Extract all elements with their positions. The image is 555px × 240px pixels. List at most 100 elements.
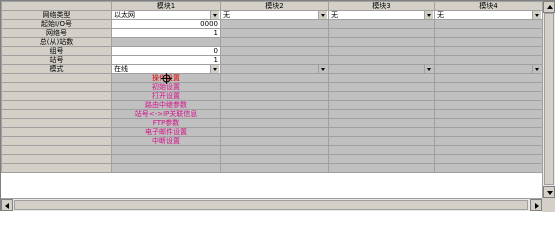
scroll-down-icon[interactable] <box>543 186 555 198</box>
row-label-empty <box>1 109 112 119</box>
network-type-value-module4: 无 <box>437 11 444 19</box>
scroll-up-icon[interactable] <box>543 1 555 13</box>
station-count-field-module2 <box>220 37 329 47</box>
row-label-empty <box>1 163 112 173</box>
row-empty <box>1 163 543 173</box>
row-label-network-no: 网络号 <box>1 28 112 38</box>
settings-link-button[interactable]: 路由中继参数 <box>111 100 221 110</box>
start-io-field-module3 <box>328 19 435 29</box>
vertical-scrollbar[interactable] <box>542 1 555 198</box>
column-header-module1[interactable]: 模块1 <box>111 1 221 11</box>
settings-cell-module4 <box>434 118 543 128</box>
row-settings-link: 电子邮件设置 <box>1 127 543 137</box>
dropdown-arrow-icon[interactable] <box>532 65 541 73</box>
row-settings-link: FTP参数 <box>1 118 543 128</box>
row-start-io: 起始I/O号 0000 <box>1 19 543 29</box>
empty-cell-module3 <box>328 154 435 164</box>
settings-cell-module2 <box>220 136 329 146</box>
station-no-field-module2 <box>220 55 329 65</box>
network-type-select-module3[interactable]: 无 <box>328 10 435 20</box>
dropdown-arrow-icon[interactable] <box>424 11 433 19</box>
settings-cell-module2 <box>220 73 329 83</box>
settings-cell-module4 <box>434 109 543 119</box>
scroll-right-icon[interactable] <box>530 199 542 211</box>
network-type-value-module2: 无 <box>223 11 230 19</box>
vertical-scroll-thumb[interactable] <box>544 13 554 185</box>
settings-link-button[interactable]: 中断设置 <box>111 136 221 146</box>
horizontal-scroll-thumb[interactable] <box>14 200 528 210</box>
row-empty <box>1 154 543 164</box>
column-header-module2[interactable]: 模块2 <box>220 1 329 11</box>
empty-cell-module4 <box>434 154 543 164</box>
row-network-no: 网络号 1 <box>1 28 543 38</box>
settings-link-button[interactable]: FTP参数 <box>111 118 221 128</box>
settings-cell-module4 <box>434 100 543 110</box>
station-count-field-module4 <box>434 37 543 47</box>
row-label-empty <box>1 82 112 92</box>
dropdown-arrow-icon[interactable] <box>318 65 327 73</box>
empty-cell-module1 <box>111 145 221 155</box>
header-corner <box>1 1 112 11</box>
mode-value-module1: 在线 <box>114 65 128 73</box>
row-label-start-io: 起始I/O号 <box>1 19 112 29</box>
network-type-select-module4[interactable]: 无 <box>434 10 543 20</box>
settings-cell-module2 <box>220 82 329 92</box>
network-type-value-module1: 以太网 <box>114 11 135 19</box>
row-label-empty <box>1 127 112 137</box>
group-no-field-module1[interactable]: 0 <box>111 46 221 56</box>
network-type-select-module1[interactable]: 以太网 <box>111 10 221 20</box>
settings-cell-module4 <box>434 73 543 83</box>
row-label-empty <box>1 145 112 155</box>
settings-cell-module3 <box>328 82 435 92</box>
settings-cell-module3 <box>328 109 435 119</box>
row-label-empty <box>1 118 112 128</box>
dropdown-arrow-icon[interactable] <box>424 65 433 73</box>
horizontal-scrollbar[interactable] <box>1 198 542 211</box>
network-parameter-table: 模块1 模块2 模块3 模块4 网络类型 以太网 无 无 无 起始I/O号 00… <box>1 1 543 173</box>
row-settings-link: 中断设置 <box>1 136 543 146</box>
column-header-module3[interactable]: 模块3 <box>328 1 435 11</box>
row-label-group-no: 组号 <box>1 46 112 56</box>
row-label-empty <box>1 136 112 146</box>
empty-cell-module1 <box>111 163 221 173</box>
group-no-field-module4 <box>434 46 543 56</box>
start-io-field-module1[interactable]: 0000 <box>111 19 221 29</box>
settings-cell-module2 <box>220 100 329 110</box>
row-label-station-count: 总(从)站数 <box>1 37 112 47</box>
row-settings-link: 站号<->IP关联信息 <box>1 109 543 119</box>
row-settings-link: 初始设置 <box>1 82 543 92</box>
row-label-network-type: 网络类型 <box>1 10 112 20</box>
station-no-field-module1[interactable]: 1 <box>111 55 221 65</box>
station-count-field-module1 <box>111 37 221 47</box>
mode-select-module3[interactable] <box>328 64 435 74</box>
settings-cell-module2 <box>220 118 329 128</box>
station-no-field-module4 <box>434 55 543 65</box>
settings-link-button[interactable]: 电子邮件设置 <box>111 127 221 137</box>
cursor-crosshair-icon <box>161 73 172 84</box>
settings-cell-module3 <box>328 127 435 137</box>
header-row: 模块1 模块2 模块3 模块4 <box>1 1 543 11</box>
dropdown-arrow-icon[interactable] <box>532 11 541 19</box>
settings-cell-module2 <box>220 91 329 101</box>
settings-link-button[interactable]: 站号<->IP关联信息 <box>111 109 221 119</box>
settings-link-button[interactable]: 打开设置 <box>111 91 221 101</box>
mode-select-module4[interactable] <box>434 64 543 74</box>
settings-cell-module3 <box>328 100 435 110</box>
network-no-field-module1[interactable]: 1 <box>111 28 221 38</box>
dropdown-arrow-icon[interactable] <box>210 11 219 19</box>
empty-cell-module4 <box>434 145 543 155</box>
size-grip <box>542 198 555 212</box>
start-io-field-module2 <box>220 19 329 29</box>
dropdown-arrow-icon[interactable] <box>318 11 327 19</box>
network-parameter-grid-window: 模块1 模块2 模块3 模块4 网络类型 以太网 无 无 无 起始I/O号 00… <box>0 0 555 212</box>
scroll-left-icon[interactable] <box>1 199 13 211</box>
row-label-station-no: 站号 <box>1 55 112 65</box>
empty-cell-module4 <box>434 163 543 173</box>
station-count-field-module3 <box>328 37 435 47</box>
dropdown-arrow-icon[interactable] <box>210 65 219 73</box>
settings-cell-module3 <box>328 136 435 146</box>
column-header-module4[interactable]: 模块4 <box>434 1 543 11</box>
mode-select-module2[interactable] <box>220 64 329 74</box>
settings-cell-module4 <box>434 82 543 92</box>
network-type-select-module2[interactable]: 无 <box>220 10 329 20</box>
